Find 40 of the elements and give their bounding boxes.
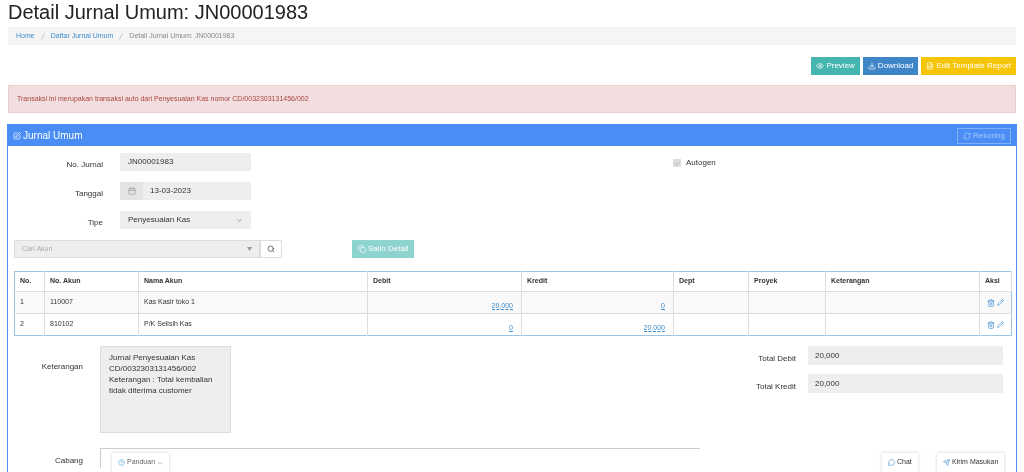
action-button[interactable]: Preview bbox=[811, 57, 860, 75]
button-icon bbox=[816, 62, 825, 70]
calendar-icon bbox=[127, 187, 136, 195]
action-button[interactable]: Download bbox=[862, 57, 919, 75]
edit-icon bbox=[13, 131, 21, 140]
breadcrumb-separator-icon bbox=[40, 32, 45, 40]
field-label: No. Jurnal bbox=[66, 160, 103, 169]
button-icon bbox=[867, 62, 876, 70]
field-label: Total Debit bbox=[758, 353, 796, 363]
total-field[interactable]: 20,000 bbox=[808, 346, 1003, 365]
field-label: Cabang bbox=[54, 456, 83, 465]
keterangan-textarea[interactable]: Jurnal Penyesuaian Kas CD/0032303131456/002 Keterangan : Total kembalian tidak diterima customer bbox=[100, 346, 231, 433]
copy-icon bbox=[358, 245, 366, 253]
search-icon bbox=[267, 245, 275, 253]
field-label: Tanggal bbox=[74, 189, 103, 198]
chat-bubble-icon bbox=[888, 459, 895, 466]
delete-icon[interactable] bbox=[987, 298, 995, 307]
field-label: Total Kredit bbox=[755, 381, 796, 391]
no-jurnal-field[interactable]: JN00001983 bbox=[120, 153, 251, 171]
date-field[interactable]: 13-03-2023 bbox=[120, 182, 251, 200]
dropdown-caret-icon bbox=[247, 247, 252, 251]
tipe-select[interactable]: Penyesuaian Kas bbox=[120, 211, 251, 229]
send-icon bbox=[943, 459, 950, 466]
panel-title: Jurnal Umum bbox=[23, 129, 83, 143]
field-label: Tipe bbox=[87, 218, 103, 227]
page-title: Detail Jurnal Umum: JN00001983 bbox=[7, 0, 310, 23]
breadcrumb-separator-icon bbox=[119, 32, 124, 40]
delete-icon[interactable] bbox=[987, 320, 995, 329]
field-label: Keterangan bbox=[41, 362, 83, 371]
search-button[interactable] bbox=[260, 240, 282, 258]
chevron-up-icon bbox=[157, 459, 164, 466]
chevron-down-icon bbox=[236, 216, 243, 224]
refresh-icon bbox=[963, 131, 971, 140]
total-field[interactable]: 20,000 bbox=[808, 374, 1003, 393]
help-icon bbox=[118, 459, 125, 466]
button-icon bbox=[926, 62, 935, 70]
edit-icon[interactable] bbox=[997, 321, 1004, 328]
edit-icon[interactable] bbox=[997, 299, 1004, 306]
autogen-checkbox[interactable] bbox=[673, 159, 681, 167]
autogen-label: Autogen bbox=[686, 157, 716, 169]
